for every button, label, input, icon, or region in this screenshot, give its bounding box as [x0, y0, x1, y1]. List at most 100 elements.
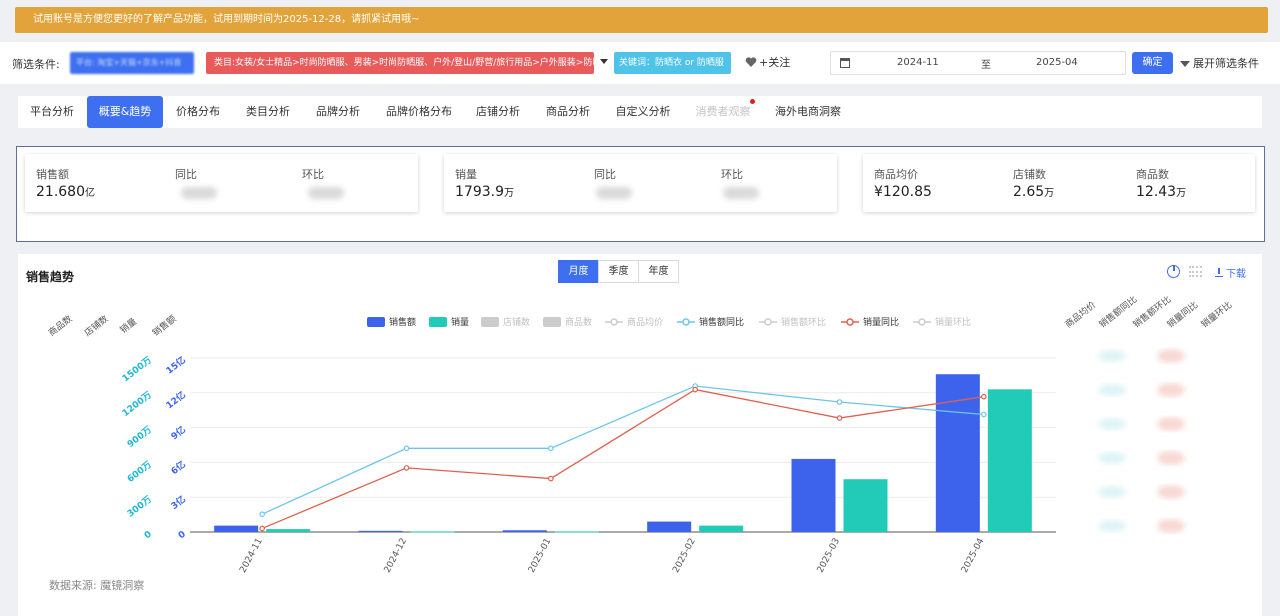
date-separator: 至 [981, 60, 991, 71]
kpi-label: 环比 [302, 168, 324, 181]
sales-bar [647, 521, 692, 532]
follow-button[interactable]: +关注 [745, 54, 790, 70]
period-quarterly[interactable]: 季度 [598, 260, 639, 283]
period-monthly[interactable]: 月度 [558, 260, 599, 283]
blurred-value [181, 187, 217, 199]
legend-swatch [481, 317, 499, 327]
chart-title: 销售趋势 [26, 270, 75, 284]
sales-bar [791, 458, 836, 532]
period-yearly[interactable]: 年度 [638, 260, 679, 283]
legend-swatch [367, 317, 385, 327]
legend-swatch [543, 317, 561, 327]
date-start[interactable]: 2024-11 [897, 57, 939, 68]
volume-tick-label: 0 [143, 529, 154, 541]
download-button[interactable]: 下载 [1215, 265, 1246, 280]
pie-chart-icon[interactable] [1167, 265, 1180, 278]
kpi-value: 21.680亿 [36, 184, 95, 200]
volume-yoy-point [259, 525, 265, 532]
legend-item[interactable]: 商品数 [543, 316, 592, 328]
platform-chip[interactable]: 平台: 淘宝+天猫+京东+抖音 [70, 52, 194, 74]
volume-yoy-point [403, 465, 410, 471]
kpi-label: 销量 [455, 168, 477, 181]
blurred-tick [1157, 519, 1185, 533]
x-tick-label: 2025-04 [960, 536, 987, 574]
blurred-tick [1157, 349, 1185, 363]
volume-bar [410, 531, 455, 533]
sales-yoy-point [836, 399, 843, 405]
expand-filters-button[interactable]: 展开筛选条件 [1180, 55, 1259, 71]
legend-marker [764, 318, 772, 326]
legend-marker [918, 318, 926, 326]
volume-tick-label: 1500万 [120, 355, 154, 385]
date-end[interactable]: 2025-04 [1036, 57, 1078, 68]
filter-label: 筛选条件: [12, 58, 60, 71]
x-tick-label: 2025-02 [671, 537, 697, 575]
blurred-tick [1098, 418, 1126, 430]
legend-item[interactable]: 销售额同比 [677, 316, 744, 328]
chevron-down-icon[interactable] [600, 59, 608, 64]
kpi-label: 商品数 [1136, 168, 1169, 181]
volume-yoy-point [836, 415, 843, 421]
tab-brand[interactable]: 品牌分析 [304, 96, 372, 128]
data-source: 数据来源: 魔镜洞察 [49, 579, 145, 592]
date-range-picker[interactable]: 2024-11 至 2025-04 [830, 51, 1126, 75]
blurred-tick [1157, 417, 1185, 431]
legend-swatch [429, 317, 447, 327]
sales-yoy-point [548, 445, 554, 452]
kpi-label: 环比 [721, 168, 743, 181]
blurred-tick [1098, 486, 1126, 498]
left-axis-title: 销量 [117, 315, 139, 336]
legend-item[interactable]: 销售额环比 [759, 316, 826, 328]
blurred-value [308, 187, 344, 199]
legend-item[interactable]: 店铺数 [481, 316, 530, 328]
tab-platform[interactable]: 平台分析 [18, 96, 86, 128]
download-label: 下载 [1226, 269, 1246, 280]
tab-custom[interactable]: 自定义分析 [604, 96, 682, 128]
tab-category[interactable]: 类目分析 [234, 96, 302, 128]
volume-bar [699, 525, 744, 532]
legend-item[interactable]: 销量环比 [913, 316, 971, 328]
legend-item[interactable]: 销量同比 [841, 316, 899, 328]
confirm-button[interactable]: 确定 [1132, 52, 1173, 74]
follow-label: +关注 [759, 56, 791, 69]
legend-marker [846, 318, 854, 326]
volume-tick-label: 300万 [125, 494, 154, 520]
kpi-label: 销售额 [36, 168, 69, 181]
sales-tick-label: 9亿 [168, 424, 187, 443]
tab-overview-trend[interactable]: 概要&趋势 [87, 96, 163, 128]
kpi-value: ¥120.85 [874, 184, 932, 200]
sales-trend-chart: 商品数 店铺数 销量 销售额0300万600万900万1200万1500万03亿6亿9… [46, 294, 1234, 575]
volume-bar [266, 529, 311, 532]
x-tick-label: 2024-11 [238, 537, 264, 575]
filter-bar: 筛选条件: 平台: 淘宝+天猫+京东+抖音 类目:女装/女士精品>时尚防晒服、男… [0, 42, 1280, 84]
right-axis-title: 商品均价 [1062, 299, 1098, 331]
tab-overseas[interactable]: 海外电商洞察 [766, 96, 850, 128]
legend-item[interactable]: 销量 [429, 316, 469, 328]
sales-bar [502, 530, 547, 532]
table-view-icon[interactable] [1189, 266, 1202, 277]
legend-label: 商品数 [565, 316, 592, 328]
sales-bar [358, 530, 403, 532]
left-axis-title: 商品数 [46, 313, 75, 339]
expand-filters-label: 展开筛选条件 [1193, 57, 1259, 70]
legend-item[interactable]: 商品均价 [605, 316, 663, 328]
right-axis-title: 销量环比 [1198, 299, 1234, 331]
left-axis-title: 销售额 [150, 313, 179, 339]
volume-bar [987, 389, 1032, 532]
volume-tick-label: 600万 [125, 459, 154, 485]
kpi-card-sales: 销售额 21.680亿 同比 环比 [25, 154, 418, 212]
keyword-chip[interactable]: 关键词：防晒衣 or 防晒服 [614, 52, 731, 74]
filter-icon [1180, 61, 1190, 67]
tab-shop[interactable]: 店铺分析 [464, 96, 532, 128]
tab-brand-price[interactable]: 品牌价格分布 [376, 96, 462, 128]
tab-price-distribution[interactable]: 价格分布 [164, 96, 232, 128]
category-chip[interactable]: 类目:女装/女士精品>时尚防晒服、男装>时尚防晒服、户外/登山/野营/旅行用品>… [206, 52, 594, 74]
tab-consumer[interactable]: 消费者观察 [686, 96, 760, 128]
sales-yoy-point [981, 411, 987, 418]
kpi-label: 店铺数 [1013, 168, 1046, 181]
legend-label: 销量同比 [863, 316, 899, 328]
tab-product[interactable]: 商品分析 [534, 96, 602, 128]
legend-label: 销量 [451, 316, 469, 328]
sales-tick-label: 0 [177, 529, 188, 541]
legend-item[interactable]: 销售额 [367, 316, 416, 328]
